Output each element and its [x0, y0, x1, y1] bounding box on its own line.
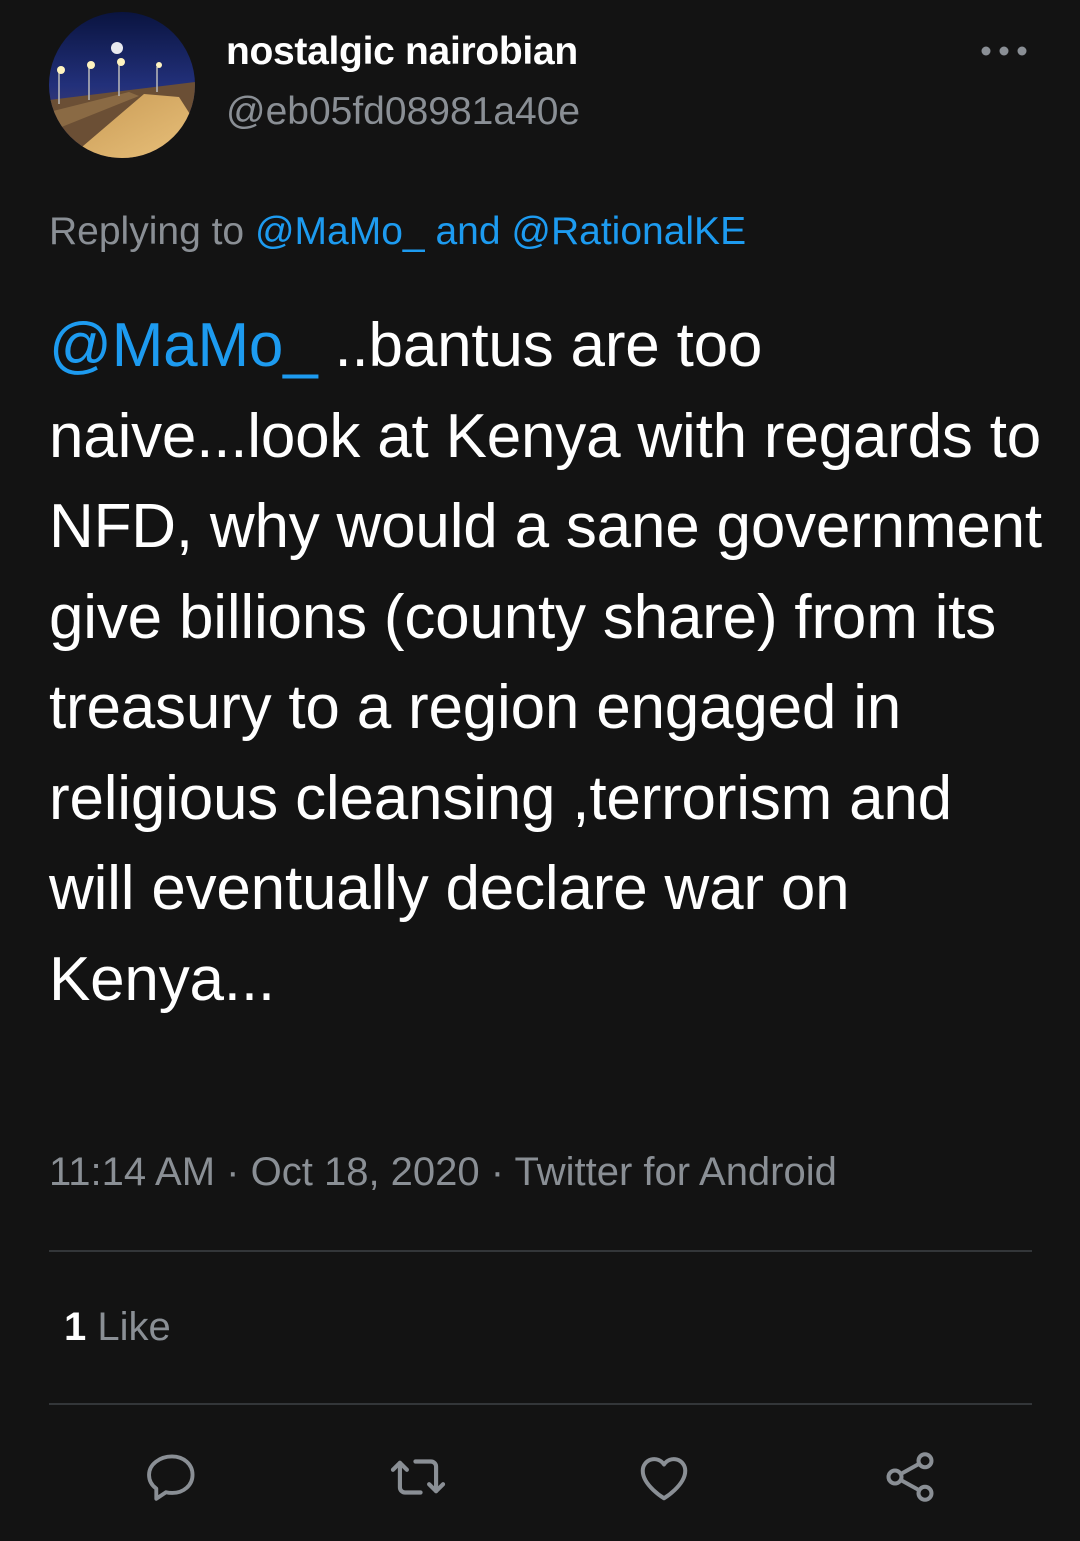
mention-link-rationalke[interactable]: @RationalKE: [511, 210, 746, 253]
replying-to-line: Replying to @MaMo_ and @RationalKE: [49, 210, 746, 254]
likes-stat[interactable]: 1 Like: [64, 1305, 171, 1350]
tweet-time[interactable]: 11:14 AM: [49, 1150, 215, 1194]
more-options-button[interactable]: [974, 36, 1034, 66]
replying-conjunction[interactable]: and: [435, 210, 500, 253]
like-button[interactable]: [632, 1445, 696, 1509]
share-button[interactable]: [878, 1445, 942, 1509]
like-label: Like: [97, 1305, 171, 1349]
tweet-body-text: ..bantus are too naive...look at Kenya w…: [49, 311, 1042, 1014]
author-display-name[interactable]: nostalgic nairobian: [226, 30, 578, 74]
like-heart-icon: [640, 1457, 688, 1501]
reply-icon: [147, 1454, 195, 1501]
like-count: 1: [64, 1305, 87, 1349]
more-dots-icon: [981, 46, 1027, 56]
mention-link-mamo[interactable]: @MaMo_: [255, 210, 425, 253]
author-handle[interactable]: @eb05fd08981a40e: [226, 90, 580, 134]
meta-separator: ·: [490, 1150, 505, 1194]
avatar-night-road-photo: [49, 12, 195, 158]
tweet-source[interactable]: Twitter for Android: [515, 1150, 837, 1194]
retweet-icon: [390, 1459, 446, 1495]
share-icon: [886, 1452, 934, 1502]
tweet-body: @MaMo_ ..bantus are too naive...look at …: [49, 301, 1049, 1025]
reply-button[interactable]: [140, 1445, 204, 1509]
divider: [49, 1403, 1032, 1405]
divider: [49, 1250, 1032, 1252]
retweet-button[interactable]: [386, 1445, 450, 1509]
meta-separator: ·: [226, 1150, 240, 1194]
tweet-body-mention[interactable]: @MaMo_: [49, 311, 318, 380]
tweet-meta: 11:14 AM · Oct 18, 2020 · Twitter for An…: [49, 1150, 837, 1195]
tweet-date[interactable]: Oct 18, 2020: [251, 1150, 480, 1194]
avatar[interactable]: [49, 12, 195, 158]
replying-to-label: Replying to: [49, 210, 245, 253]
